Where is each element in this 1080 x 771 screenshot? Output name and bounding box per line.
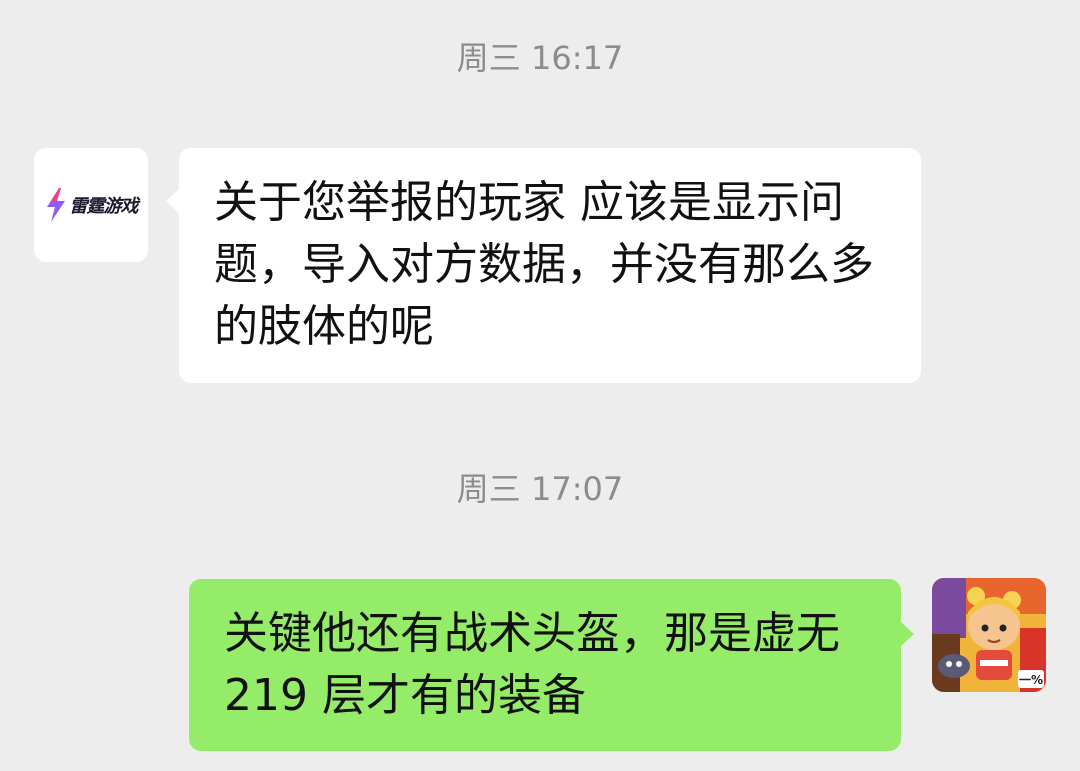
outgoing-message-bubble[interactable]: 关键他还有战术头盔，那是虚无 219 层才有的装备 [189,579,914,751]
message-text-line: 的肢体的呢 [214,301,434,352]
user-avatar[interactable]: 一% [932,578,1046,692]
avatar-badge: 一% [1019,673,1043,687]
sender-avatar[interactable]: 雷霆游戏 [34,148,148,262]
avatar-image: 一% [932,578,1046,692]
message-text-line: 关于您举报的玩家 应该是显示问 [214,177,844,228]
brand-logo: 雷霆游戏 [45,188,139,222]
message-timestamp: 周三 17:07 [456,470,624,508]
lightning-bolt-icon [46,188,65,222]
brand-name: 雷霆游戏 [69,196,139,217]
message-timestamp: 周三 16:17 [456,39,624,77]
incoming-message-bubble[interactable]: 关于您举报的玩家 应该是显示问 题，导入对方数据，并没有那么多 的肢体的呢 [166,148,921,383]
message-text-line: 题，导入对方数据，并没有那么多 [214,239,874,290]
message-text-line: 关键他还有战术头盔，那是虚无 [224,608,840,659]
message-text-line: 219 层才有的装备 [224,670,586,721]
